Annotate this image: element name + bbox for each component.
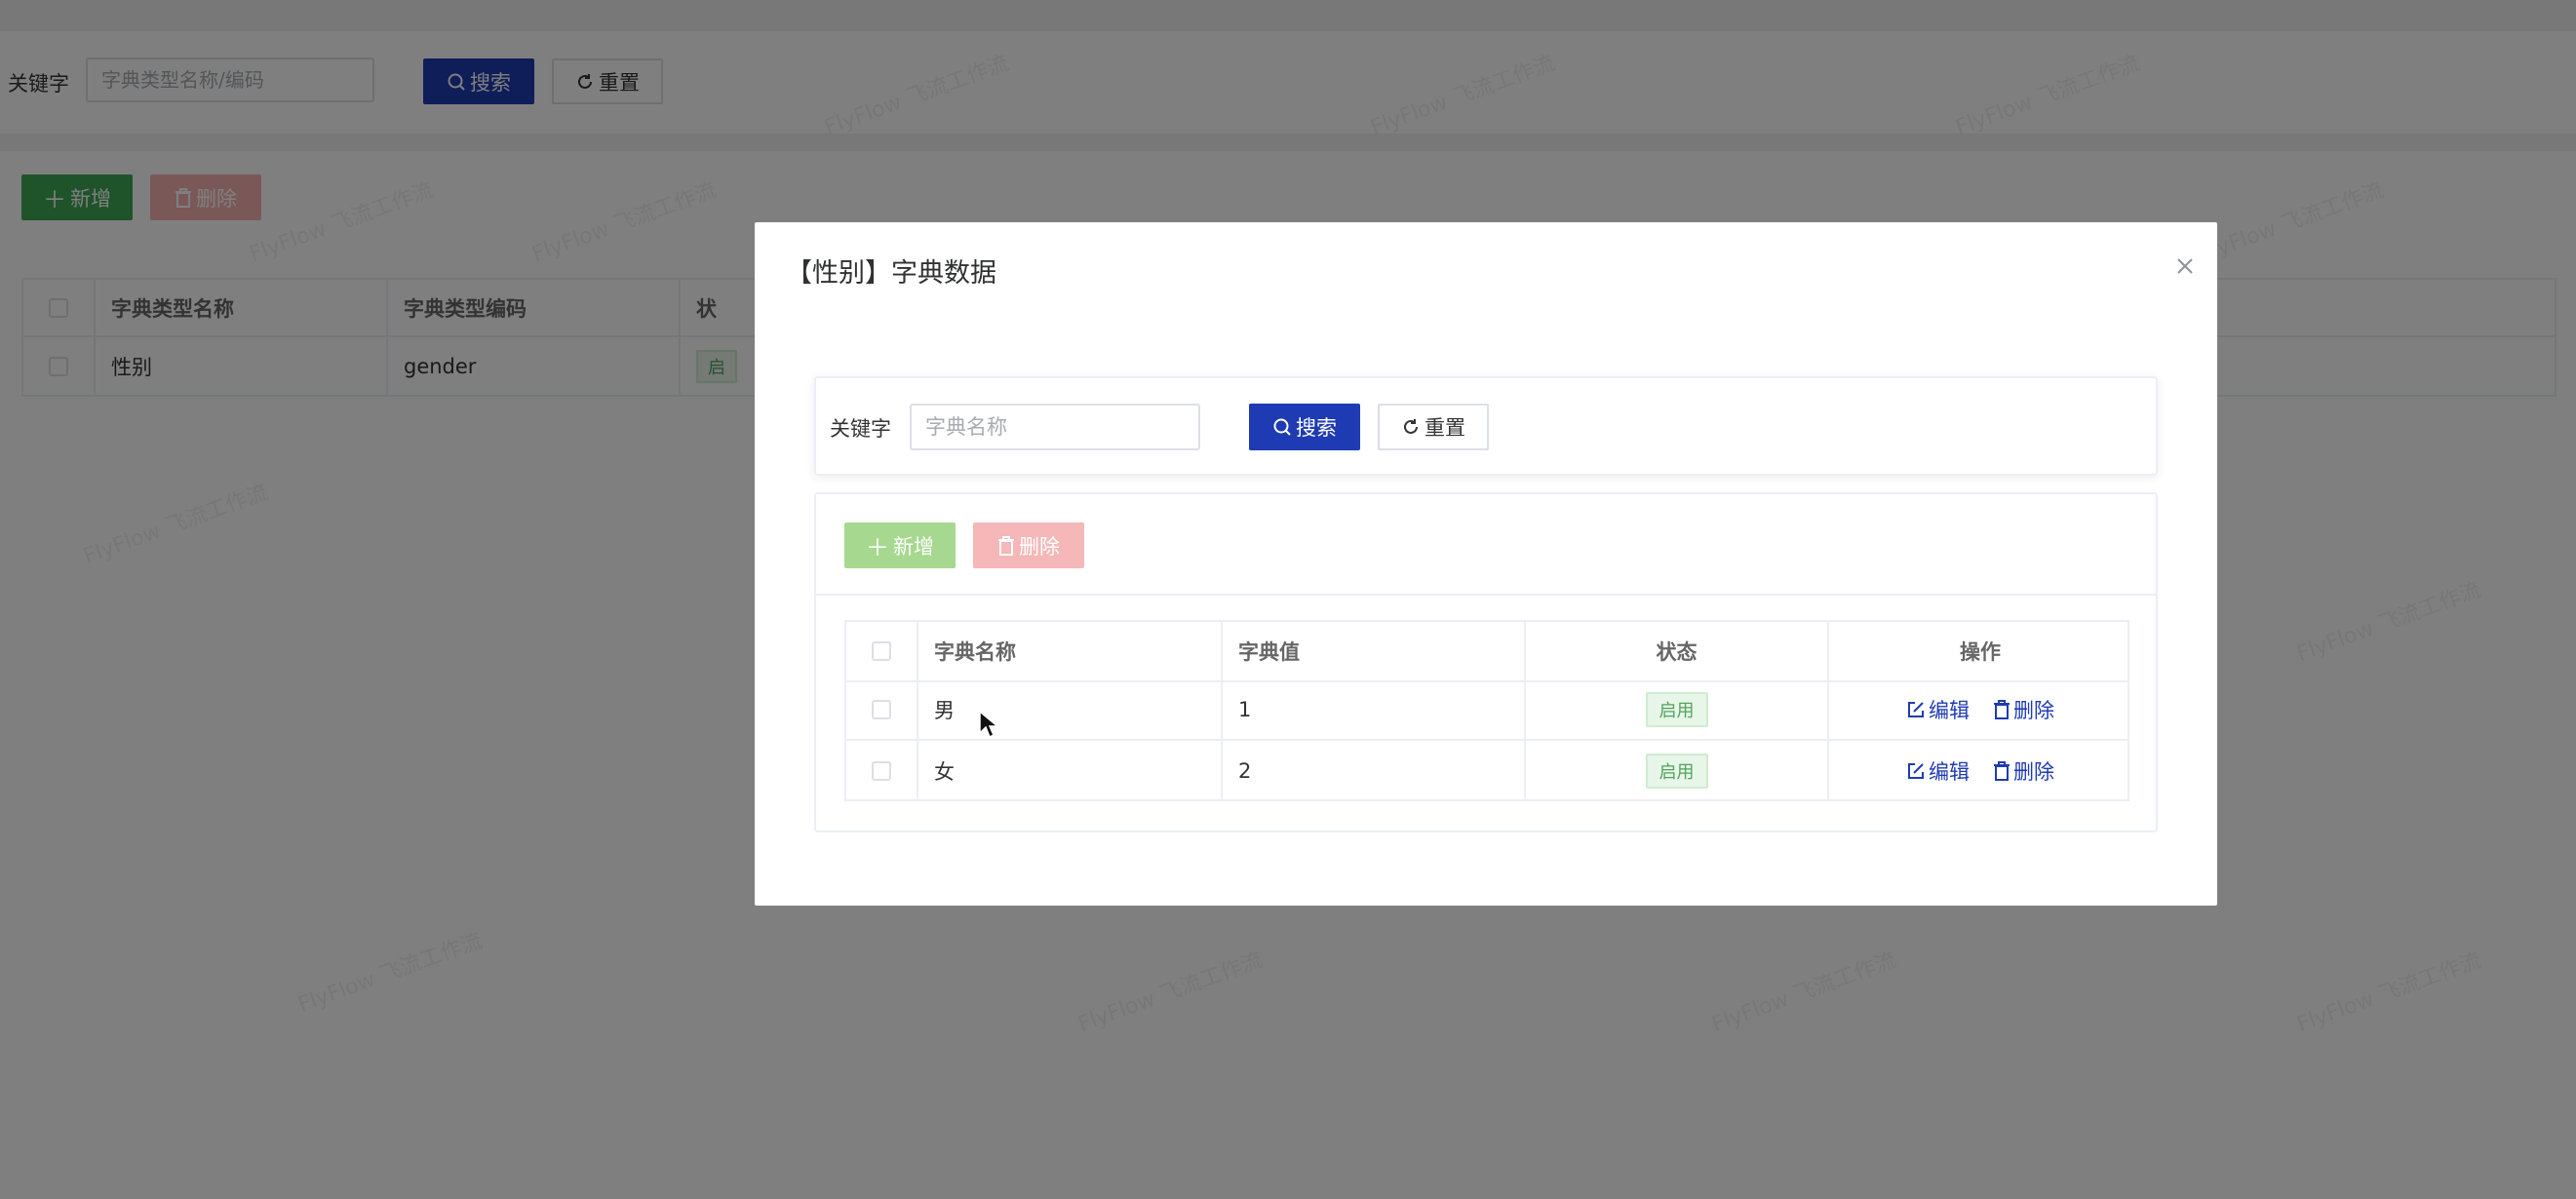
trash-icon bbox=[1993, 761, 2010, 781]
table-header: 字典名称 字典值 状态 操作 bbox=[846, 622, 2127, 682]
delete-label: 删除 bbox=[1019, 534, 1060, 559]
keyword-label: 关键字 bbox=[830, 417, 891, 441]
status-badge: 启用 bbox=[1645, 754, 1708, 789]
edit-icon bbox=[1906, 700, 1926, 719]
dialog-search-panel: 关键字 字典名称 搜索 重置 bbox=[814, 376, 2158, 476]
delete-link[interactable]: 删除 bbox=[1993, 756, 2054, 786]
trash-icon bbox=[997, 535, 1015, 556]
table-row: 女 2 启用 编辑 删除 bbox=[846, 741, 2127, 801]
dialog-toolbar: ＋ 新增 删除 bbox=[816, 494, 2156, 596]
cell-status: 启用 bbox=[1526, 680, 1829, 739]
search-button[interactable]: 搜索 bbox=[1249, 404, 1360, 450]
search-input[interactable]: 字典名称 bbox=[910, 404, 1200, 450]
trash-icon bbox=[1993, 700, 2010, 719]
table-row: 男 1 启用 编辑 删除 bbox=[846, 680, 2127, 741]
delete-link[interactable]: 删除 bbox=[1993, 695, 2054, 724]
delete-row-label: 删除 bbox=[2013, 760, 2054, 784]
refresh-icon bbox=[1401, 417, 1421, 437]
dictionary-table: 字典名称 字典值 状态 操作 男 1 启用 编辑 删除 女 2 启用 编辑 删除 bbox=[844, 620, 2129, 801]
reset-label: 重置 bbox=[1425, 416, 1465, 440]
cell-value: 1 bbox=[1223, 680, 1526, 739]
header-value: 字典值 bbox=[1223, 622, 1526, 680]
dialog-table-card: ＋ 新增 删除 字典名称 字典值 状态 操作 男 1 启用 编辑 删除 女 2 … bbox=[814, 492, 2158, 832]
close-icon[interactable] bbox=[2170, 251, 2200, 281]
add-button[interactable]: ＋ 新增 bbox=[844, 522, 956, 568]
cell-name: 男 bbox=[918, 680, 1223, 739]
header-ops: 操作 bbox=[1960, 640, 2001, 664]
dictionary-data-dialog: 【性别】字典数据 关键字 字典名称 搜索 重置 ＋ 新增 删除 字典名称 字典值… bbox=[755, 222, 2217, 906]
cell-name: 女 bbox=[918, 741, 1223, 801]
select-all-checkbox[interactable] bbox=[872, 641, 891, 661]
plus-icon: ＋ bbox=[866, 534, 889, 561]
mouse-cursor-icon bbox=[979, 710, 999, 739]
edit-label: 编辑 bbox=[1929, 760, 1970, 784]
cell-status: 启用 bbox=[1526, 741, 1829, 801]
edit-link[interactable]: 编辑 bbox=[1906, 695, 1970, 724]
header-name: 字典名称 bbox=[918, 622, 1223, 680]
edit-link[interactable]: 编辑 bbox=[1906, 756, 1970, 786]
status-badge: 启用 bbox=[1645, 692, 1708, 727]
row-checkbox[interactable] bbox=[872, 761, 891, 781]
delete-row-label: 删除 bbox=[2013, 699, 2054, 722]
row-select-cell bbox=[846, 741, 918, 801]
reset-button[interactable]: 重置 bbox=[1378, 404, 1489, 450]
search-label: 搜索 bbox=[1296, 416, 1337, 440]
row-checkbox[interactable] bbox=[872, 700, 891, 719]
edit-label: 编辑 bbox=[1929, 699, 1970, 722]
select-all-cell bbox=[846, 622, 918, 680]
row-select-cell bbox=[846, 680, 918, 739]
edit-icon bbox=[1906, 761, 1926, 781]
add-label: 新增 bbox=[893, 534, 934, 559]
cell-ops: 编辑 删除 bbox=[1829, 741, 2131, 801]
cell-ops: 编辑 删除 bbox=[1829, 680, 2131, 739]
dialog-title: 【性别】字典数据 bbox=[786, 258, 996, 289]
delete-button[interactable]: 删除 bbox=[973, 522, 1084, 568]
header-status: 状态 bbox=[1526, 622, 1829, 680]
search-icon bbox=[1272, 417, 1292, 437]
cell-value: 2 bbox=[1223, 741, 1526, 801]
